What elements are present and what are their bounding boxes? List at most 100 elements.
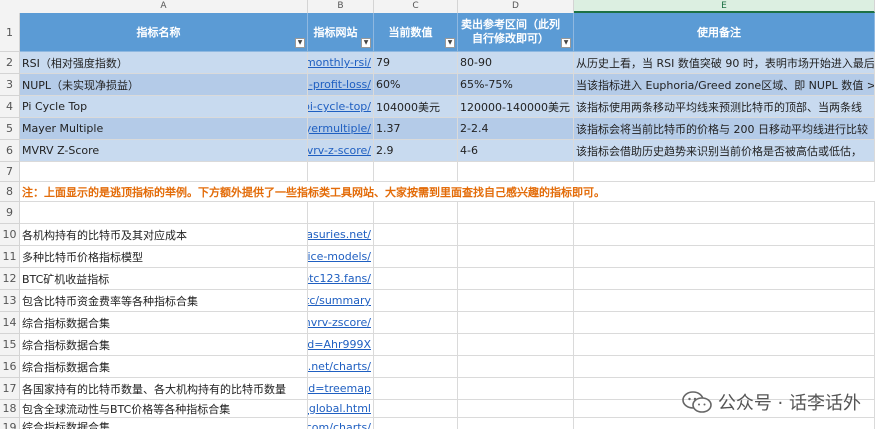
cell-d[interactable] — [458, 224, 574, 246]
header-cell-c[interactable]: 当前数值 ▼ — [374, 13, 458, 52]
cell-a[interactable]: Pi Cycle Top — [20, 96, 308, 118]
cell-b[interactable]: tld=Ahr999X — [308, 334, 374, 356]
dropdown-arrow-icon[interactable]: ▼ — [561, 38, 571, 48]
cell-e[interactable] — [574, 224, 875, 246]
cell-b[interactable] — [308, 202, 374, 224]
row-header[interactable]: 10 — [0, 224, 20, 246]
header-cell-a[interactable]: 指标名称 ▼ — [20, 13, 308, 52]
cell-d[interactable]: 65%-75% — [458, 74, 574, 96]
cell-a[interactable] — [20, 202, 308, 224]
cell-e[interactable] — [574, 268, 875, 290]
cell-b[interactable]: l-profit-loss/ — [308, 74, 374, 96]
cell-e[interactable] — [574, 202, 875, 224]
column-header-a[interactable]: A — [20, 0, 308, 13]
cell-c[interactable] — [374, 162, 458, 182]
row-header[interactable]: 6 — [0, 140, 20, 162]
row-header[interactable]: 19 — [0, 418, 20, 429]
cell-b[interactable] — [308, 162, 374, 182]
note-cell[interactable]: 注：上面显示的是逃顶指标的举例。下方额外提供了一些指标类工具网站、大家按需到里面… — [20, 182, 875, 202]
cell-d[interactable]: 4-6 — [458, 140, 574, 162]
cell-a[interactable]: Mayer Multiple — [20, 118, 308, 140]
cell-a[interactable]: 包含全球流动性与BTC价格等各种指标合集 — [20, 400, 308, 418]
cell-a[interactable]: 综合指标数据合集 — [20, 334, 308, 356]
cell-e[interactable] — [574, 356, 875, 378]
cell-a[interactable]: 综合指标数据合集 — [20, 418, 308, 429]
row-header[interactable]: 2 — [0, 52, 20, 74]
cell-d[interactable] — [458, 418, 574, 429]
cell-e[interactable] — [574, 246, 875, 268]
cell-d[interactable] — [458, 268, 574, 290]
row-header[interactable]: 11 — [0, 246, 20, 268]
cell-b[interactable]: nvrv-z-score/ — [308, 140, 374, 162]
cell-c[interactable] — [374, 356, 458, 378]
cell-a[interactable]: MVRV Z-Score — [20, 140, 308, 162]
row-header[interactable]: 9 — [0, 202, 20, 224]
cell-a[interactable]: 各机构持有的比特币及其对应成本 — [20, 224, 308, 246]
cell-e[interactable] — [574, 312, 875, 334]
cell-c[interactable] — [374, 378, 458, 400]
cell-d[interactable] — [458, 202, 574, 224]
cell-a[interactable]: 综合指标数据合集 — [20, 312, 308, 334]
cell-b[interactable]: .com/charts/ — [308, 418, 374, 429]
column-header-b[interactable]: B — [308, 0, 374, 13]
row-header[interactable]: 1 — [0, 13, 20, 52]
dropdown-arrow-icon[interactable]: ▼ — [295, 38, 305, 48]
cell-a[interactable]: 综合指标数据合集 — [20, 356, 308, 378]
dropdown-arrow-icon[interactable]: ▼ — [445, 38, 455, 48]
row-header[interactable]: 8 — [0, 182, 20, 202]
header-cell-e[interactable]: 使用备注 — [574, 13, 875, 52]
cell-b[interactable]: ayermultiple/ — [308, 118, 374, 140]
row-header[interactable]: 18 — [0, 400, 20, 418]
column-header-e[interactable]: E — [574, 0, 875, 13]
cell-d[interactable] — [458, 312, 574, 334]
cell-e[interactable]: 该指标使用两条移动平均线来预测比特币的顶部、当两条线 — [574, 96, 875, 118]
cell-b[interactable]: ted=treemap — [308, 378, 374, 400]
cell-d[interactable] — [458, 400, 574, 418]
cell-a[interactable]: 各国家持有的比特币数量、各大机构持有的比特币数量 — [20, 378, 308, 400]
cell-c[interactable]: 79 — [374, 52, 458, 74]
header-cell-d[interactable]: 卖出参考区间（此列 自行修改即可） ▼ — [458, 13, 574, 52]
row-header[interactable]: 15 — [0, 334, 20, 356]
cell-d[interactable]: 120000-140000美元 — [458, 96, 574, 118]
cell-a[interactable]: NUPL（未实现净损益） — [20, 74, 308, 96]
cell-b[interactable]: pi-cycle-top/ — [308, 96, 374, 118]
cell-b[interactable]: mvrv-zscore/ — [308, 312, 374, 334]
cell-c[interactable] — [374, 290, 458, 312]
cell-c[interactable] — [374, 400, 458, 418]
cell-b[interactable]: 2_global.html — [308, 400, 374, 418]
row-header[interactable]: 17 — [0, 378, 20, 400]
cell-a[interactable]: 多种比特币价格指标模型 — [20, 246, 308, 268]
cell-c[interactable] — [374, 418, 458, 429]
cell-b[interactable]: otc/summary — [308, 290, 374, 312]
row-header[interactable]: 3 — [0, 74, 20, 96]
header-cell-b[interactable]: 指标网站 ▼ — [308, 13, 374, 52]
cell-e[interactable] — [574, 162, 875, 182]
cell-c[interactable]: 1.37 — [374, 118, 458, 140]
row-header[interactable]: 12 — [0, 268, 20, 290]
cell-c[interactable] — [374, 202, 458, 224]
cell-a[interactable]: BTC矿机收益指标 — [20, 268, 308, 290]
cell-e[interactable]: 该指标会将当前比特币的价格与 200 日移动平均线进行比较 — [574, 118, 875, 140]
cell-b[interactable]: n.net/charts/ — [308, 356, 374, 378]
cell-d[interactable] — [458, 356, 574, 378]
cell-e[interactable] — [574, 334, 875, 356]
cell-e[interactable]: 从历史上看，当 RSI 数值突破 90 时，表明市场开始进入最后 — [574, 52, 875, 74]
cell-a[interactable]: 包含比特币资金费率等各种指标合集 — [20, 290, 308, 312]
cell-a[interactable]: RSI（相对强度指数） — [20, 52, 308, 74]
cell-c[interactable] — [374, 334, 458, 356]
cell-c[interactable]: 104000美元 — [374, 96, 458, 118]
cell-d[interactable] — [458, 246, 574, 268]
cell-e[interactable]: 当该指标进入 Euphoria/Greed zone区域、即 NUPL 数值 >… — [574, 74, 875, 96]
dropdown-arrow-icon[interactable]: ▼ — [361, 38, 371, 48]
cell-e[interactable] — [574, 290, 875, 312]
column-header-c[interactable]: C — [374, 0, 458, 13]
cell-d[interactable]: 80-90 — [458, 52, 574, 74]
cell-d[interactable]: 2-2.4 — [458, 118, 574, 140]
cell-d[interactable] — [458, 334, 574, 356]
row-header[interactable]: 7 — [0, 162, 20, 182]
row-header[interactable]: 14 — [0, 312, 20, 334]
cell-c[interactable]: 60% — [374, 74, 458, 96]
cell-d[interactable] — [458, 378, 574, 400]
cell-c[interactable] — [374, 312, 458, 334]
row-header[interactable]: 5 — [0, 118, 20, 140]
